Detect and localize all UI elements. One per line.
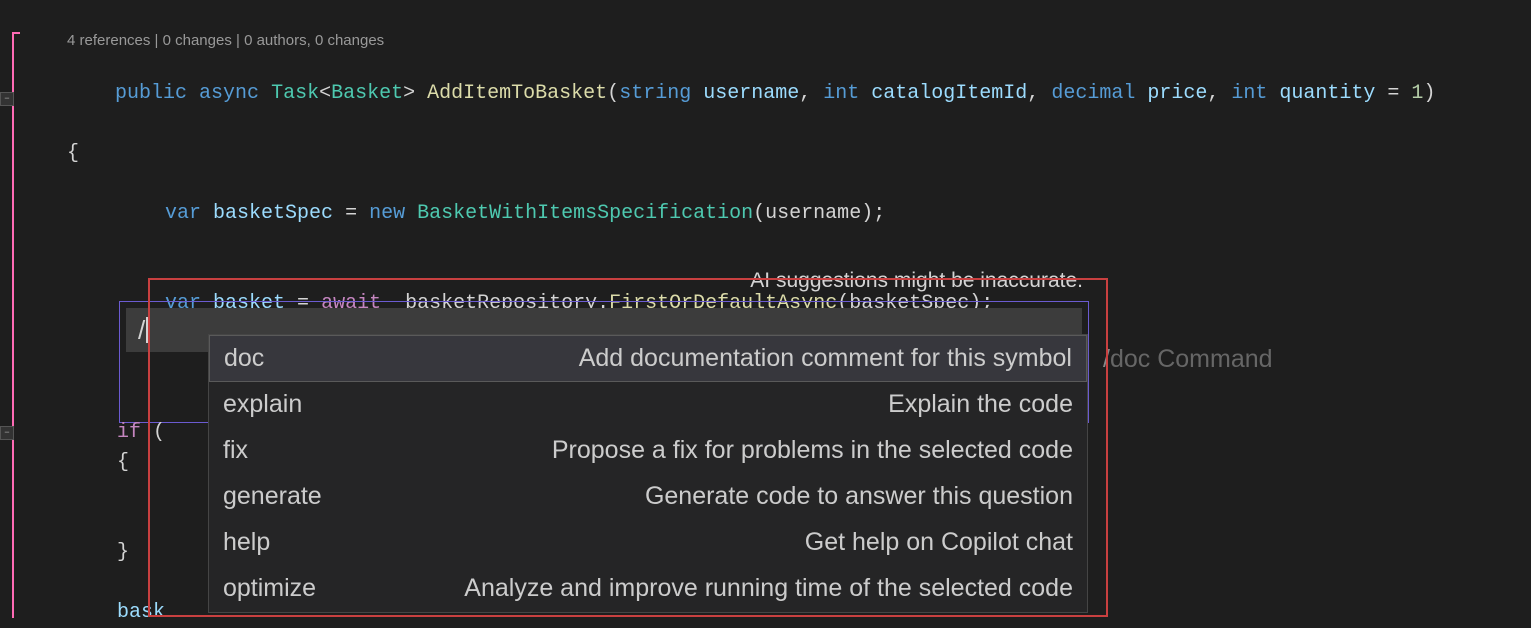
codelens-info[interactable]: 4 references | 0 changes | 0 authors, 0 … bbox=[67, 32, 1531, 49]
suggestion-generate[interactable]: generate Generate code to answer this qu… bbox=[209, 474, 1087, 520]
input-value: / bbox=[138, 315, 145, 346]
keyword-public: public bbox=[115, 82, 187, 105]
code-line-1: var basketSpec = new BasketWithItemsSpec… bbox=[67, 169, 1531, 259]
type-task: Task bbox=[271, 82, 319, 105]
keyword-async: async bbox=[199, 82, 259, 105]
type-basket: Basket bbox=[331, 82, 403, 105]
brace-open: { bbox=[67, 139, 1531, 169]
suggestion-doc[interactable]: doc Add documentation comment for this s… bbox=[209, 335, 1087, 382]
text-cursor bbox=[146, 317, 148, 343]
command-suggestions[interactable]: doc Add documentation comment for this s… bbox=[208, 334, 1088, 613]
suggestion-explain[interactable]: explain Explain the code bbox=[209, 382, 1087, 428]
method-signature: public async Task<Basket> AddItemToBaske… bbox=[67, 49, 1531, 139]
command-hint: /doc Command bbox=[1103, 345, 1273, 374]
suggestion-fix[interactable]: fix Propose a fix for problems in the se… bbox=[209, 428, 1087, 474]
method-name: AddItemToBasket bbox=[427, 82, 607, 105]
suggestion-optimize[interactable]: optimize Analyze and improve running tim… bbox=[209, 566, 1087, 612]
background-code: if ( { } bask bbox=[67, 418, 165, 628]
ai-warning-text: AI suggestions might be inaccurate. bbox=[119, 269, 1089, 293]
suggestion-help[interactable]: help Get help on Copilot chat bbox=[209, 520, 1087, 566]
